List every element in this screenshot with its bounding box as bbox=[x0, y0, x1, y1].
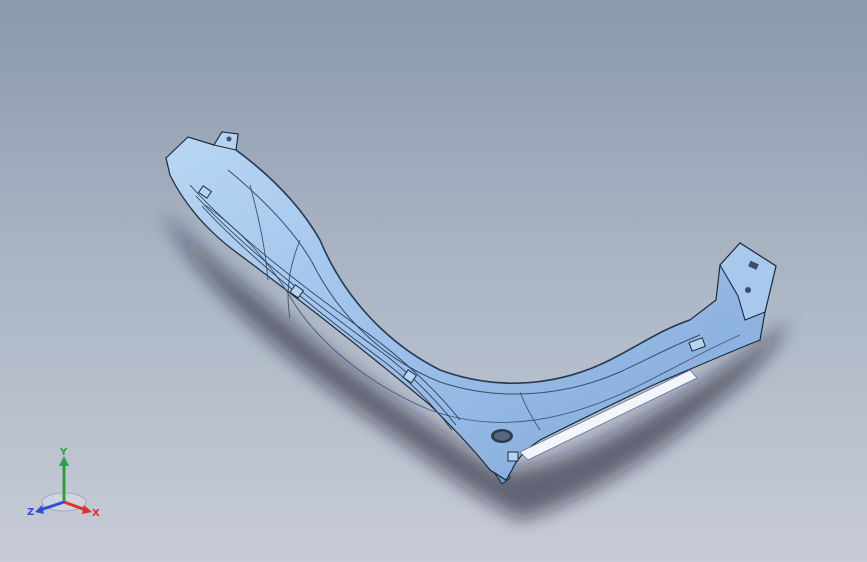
z-axis-arrow bbox=[35, 505, 44, 514]
bumper-cover-model[interactable] bbox=[0, 0, 867, 562]
tab-hole bbox=[226, 136, 232, 142]
x-axis-label: X bbox=[92, 508, 100, 519]
z-axis-label: Z bbox=[27, 507, 34, 518]
y-axis-label: Y bbox=[59, 447, 68, 458]
bracket-hole bbox=[745, 287, 751, 293]
round-plug-rim bbox=[494, 431, 510, 441]
cad-viewport[interactable]: Y Z X bbox=[0, 0, 867, 562]
axis-triad: Y Z X bbox=[27, 447, 100, 519]
